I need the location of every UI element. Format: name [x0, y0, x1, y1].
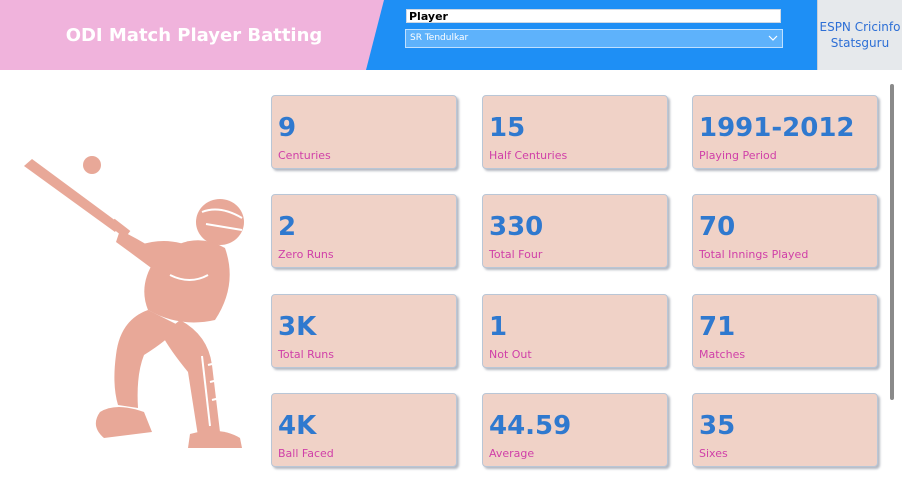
- player-dropdown-value: SR Tendulkar: [410, 33, 469, 43]
- kpi-label: Half Centuries: [489, 149, 568, 162]
- cricket-batsman-icon: [24, 156, 244, 448]
- kpi-value: 4K: [278, 411, 317, 441]
- player-slicer-label: Player: [406, 9, 781, 23]
- kpi-card-zero-runs: 2 Zero Runs: [271, 194, 457, 268]
- kpi-label: Total Four: [489, 248, 543, 261]
- kpi-card-total-runs: 3K Total Runs: [271, 294, 457, 368]
- kpi-label: Sixes: [699, 447, 728, 460]
- kpi-value: 35: [699, 411, 736, 441]
- kpi-label: Total Runs: [278, 348, 335, 361]
- kpi-label: Centuries: [278, 149, 331, 162]
- kpi-value: 2: [278, 212, 297, 242]
- kpi-value: 71: [699, 312, 736, 342]
- kpi-value: 1: [489, 312, 508, 342]
- kpi-value: 9: [278, 113, 297, 143]
- kpi-card-sixes: 35 Sixes: [692, 393, 878, 467]
- kpi-value: 70: [699, 212, 736, 242]
- kpi-card-ball-faced: 4K Ball Faced: [271, 393, 457, 467]
- kpi-card-total-innings: 70 Total Innings Played: [692, 194, 878, 268]
- kpi-value: 15: [489, 113, 526, 143]
- kpi-card-not-out: 1 Not Out: [482, 294, 668, 368]
- espn-statsguru-link[interactable]: ESPN Cricinfo Statsguru: [817, 0, 902, 70]
- kpi-label: Ball Faced: [278, 447, 334, 460]
- player-dropdown[interactable]: SR Tendulkar: [405, 29, 783, 48]
- kpi-card-matches: 71 Matches: [692, 294, 878, 368]
- chevron-down-icon: [768, 35, 778, 41]
- kpi-label: Playing Period: [699, 149, 777, 162]
- vertical-scrollbar[interactable]: [890, 84, 894, 400]
- kpi-label: Not Out: [489, 348, 532, 361]
- kpi-card-centuries: 9 Centuries: [271, 95, 457, 169]
- kpi-card-average: 44.59 Average: [482, 393, 668, 467]
- kpi-card-playing-period: 1991-2012 Playing Period: [692, 95, 878, 169]
- kpi-label: Average: [489, 447, 535, 460]
- page-title: ODI Match Player Batting: [65, 24, 323, 46]
- kpi-card-total-four: 330 Total Four: [482, 194, 668, 268]
- kpi-value: 330: [489, 212, 544, 242]
- kpi-value: 1991-2012: [699, 113, 855, 143]
- kpi-value: 44.59: [489, 411, 572, 441]
- kpi-value: 3K: [278, 312, 317, 342]
- kpi-label: Matches: [699, 348, 746, 361]
- kpi-label: Zero Runs: [278, 248, 334, 261]
- kpi-card-half-centuries: 15 Half Centuries: [482, 95, 668, 169]
- kpi-label: Total Innings Played: [699, 248, 809, 261]
